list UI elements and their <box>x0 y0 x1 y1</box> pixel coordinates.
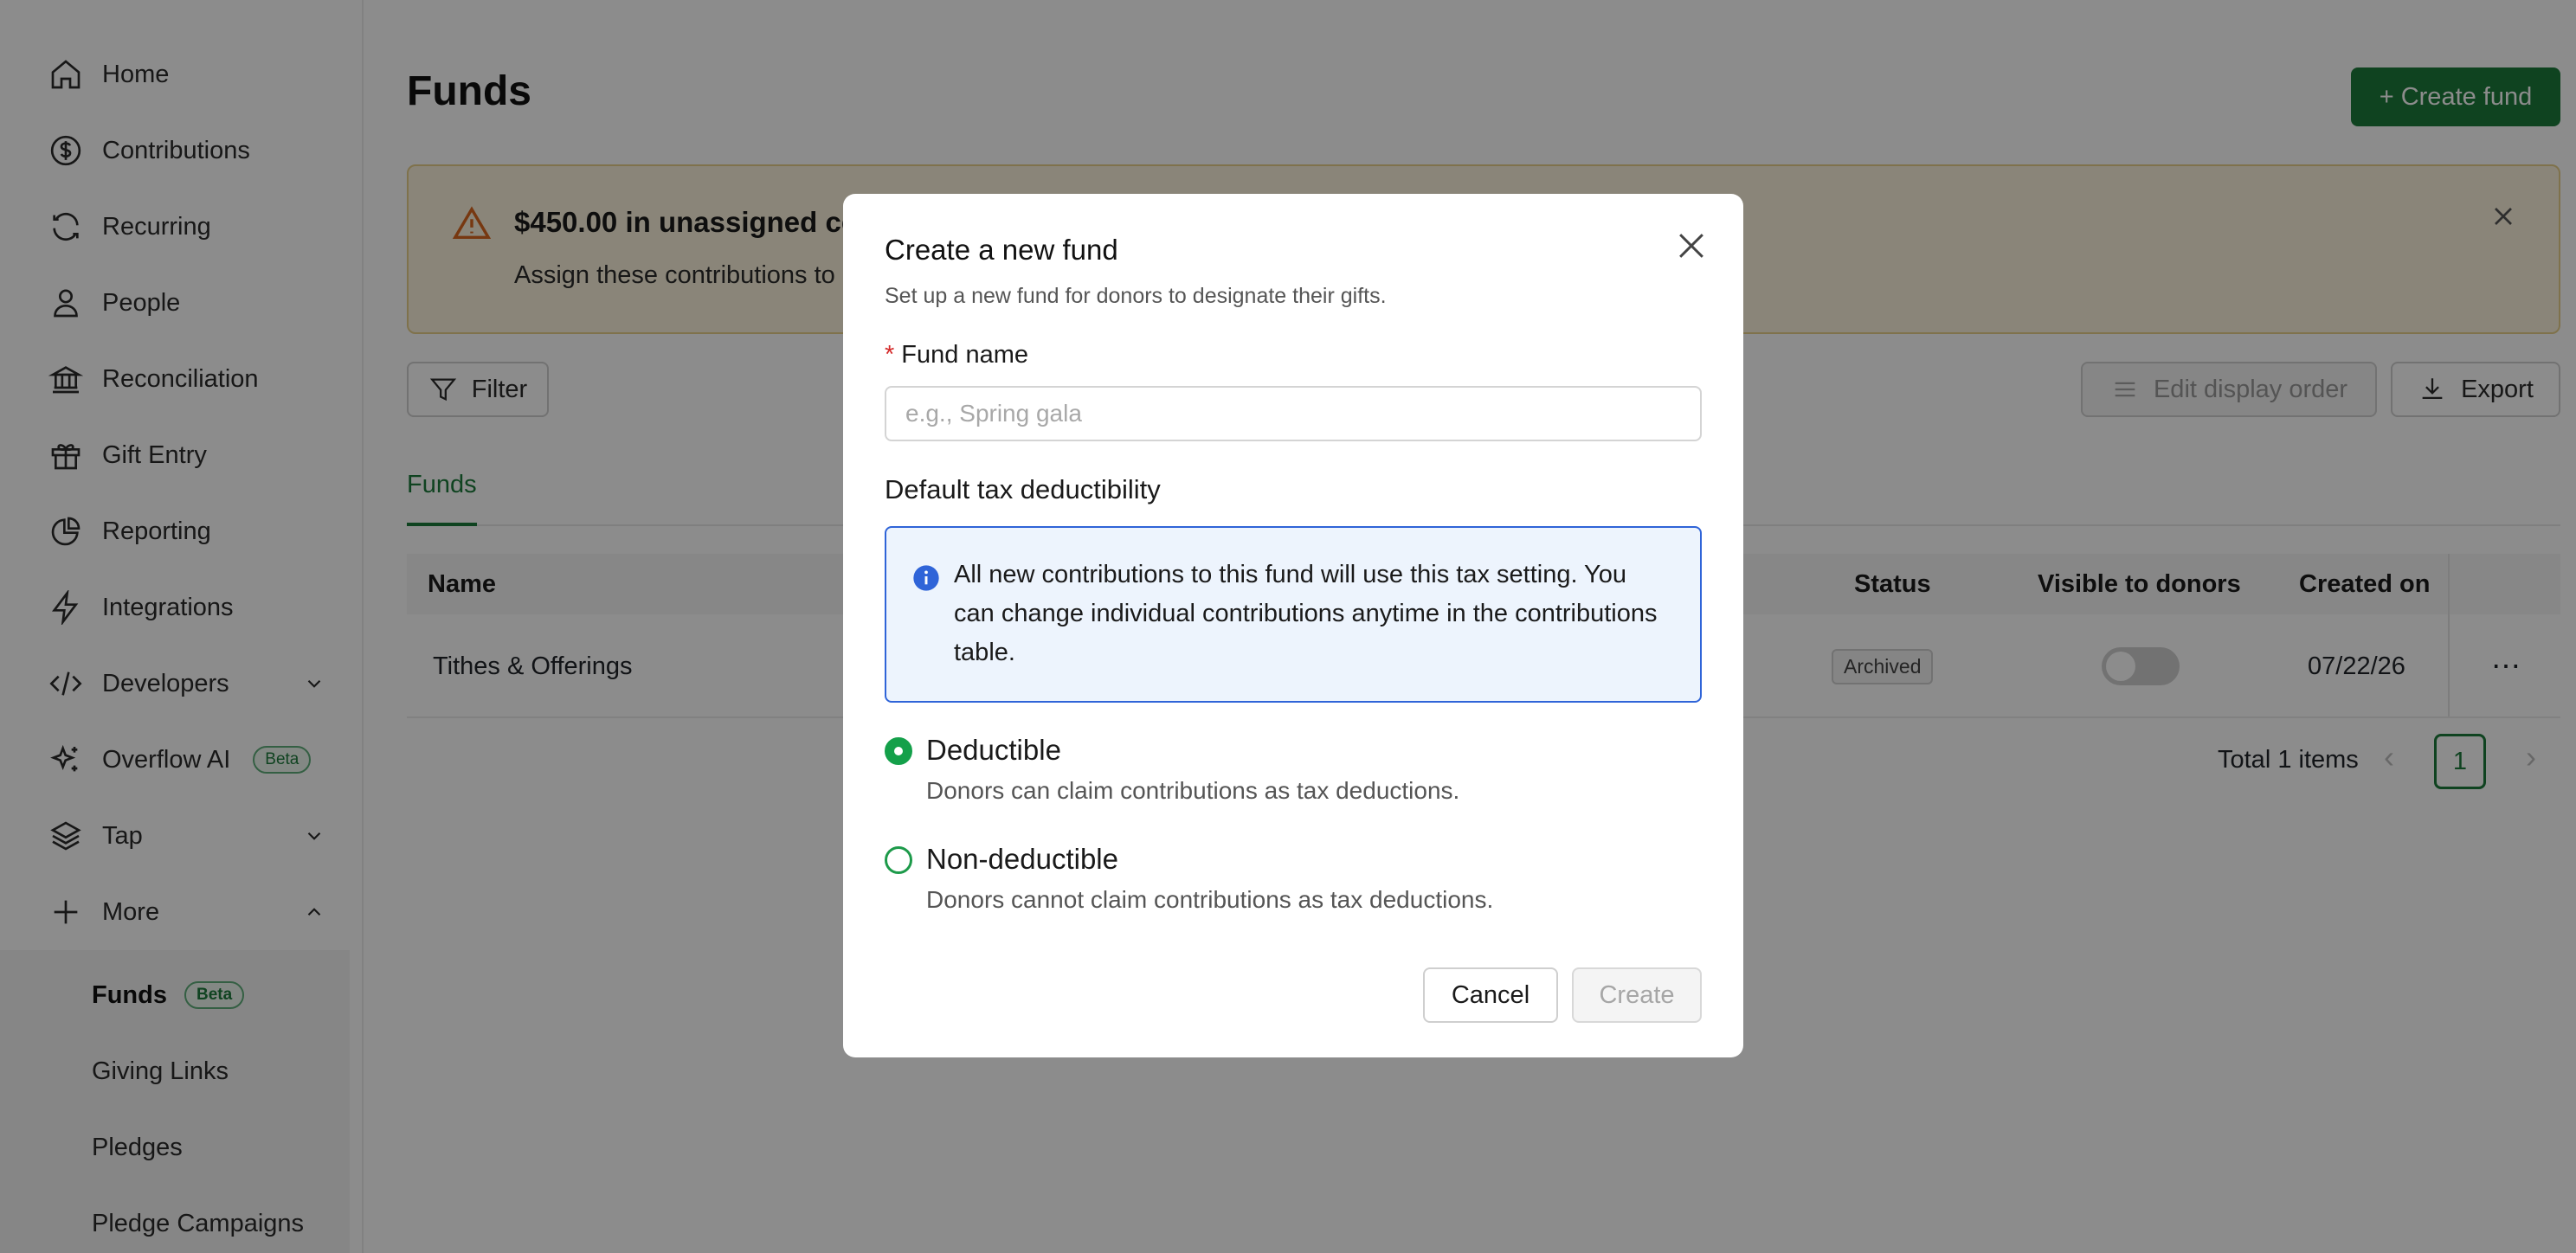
info-icon <box>913 565 939 591</box>
option-label: Deductible <box>926 734 1061 766</box>
cancel-button[interactable]: Cancel <box>1423 967 1558 1023</box>
info-text: All new contributions to this fund will … <box>954 561 1658 666</box>
deductible-radio[interactable] <box>885 737 912 765</box>
fund-name-label-text: Fund name <box>901 341 1028 369</box>
tax-section-title: Default tax deductibility <box>885 474 1161 504</box>
required-marker: * <box>885 341 895 369</box>
option-description: Donors can claim contributions as tax de… <box>926 777 1460 804</box>
fund-name-label: * Fund name <box>885 341 1028 369</box>
non-deductible-radio[interactable] <box>885 846 912 874</box>
option-description: Donors cannot claim contributions as tax… <box>926 886 1494 913</box>
fund-name-input[interactable] <box>885 386 1702 441</box>
dialog-title: Create a new fund <box>885 234 1118 266</box>
dialog-subtitle: Set up a new fund for donors to designat… <box>885 284 1387 308</box>
create-fund-dialog: Create a new fund Set up a new fund for … <box>843 194 1743 1057</box>
close-icon[interactable] <box>1672 227 1710 265</box>
info-callout: All new contributions to this fund will … <box>885 526 1702 703</box>
option-label: Non-deductible <box>926 843 1118 875</box>
create-button[interactable]: Create <box>1572 967 1702 1023</box>
